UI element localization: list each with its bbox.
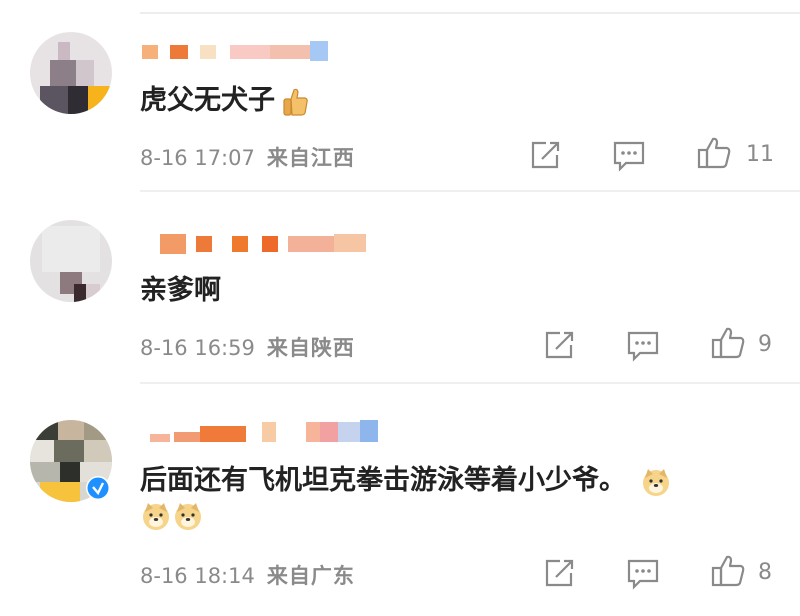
comment-text: 后面还有飞机坦克拳击游泳等着小少爷。 — [140, 458, 672, 498]
comment-icon[interactable] — [612, 140, 646, 172]
comment-text: 虎父无犬子 — [140, 78, 311, 118]
comment-meta: 8-16 17:07 来自江西 — [140, 142, 355, 172]
share-icon[interactable] — [530, 140, 562, 170]
username-blurred[interactable] — [140, 41, 330, 63]
comment-meta: 8-16 16:59 来自陕西 — [140, 332, 355, 362]
emoji-row — [140, 500, 204, 532]
comment-time: 8-16 16:59 — [140, 336, 255, 360]
like-icon[interactable] — [710, 326, 746, 360]
comment-location: 来自江西 — [266, 146, 355, 170]
like-count: 9 — [758, 332, 772, 357]
comment-icon[interactable] — [626, 330, 660, 362]
doge-emoji-icon — [175, 503, 201, 530]
verified-icon — [86, 476, 110, 500]
doge-emoji-icon — [143, 503, 169, 530]
like-count: 11 — [746, 142, 774, 167]
comment-item: 虎父无犬子 8-16 17:07 来自江西 11 — [0, 0, 800, 190]
avatar[interactable] — [30, 32, 112, 114]
share-icon[interactable] — [544, 558, 576, 588]
like-icon[interactable] — [696, 136, 732, 170]
comment-text: 亲爹啊 — [140, 275, 221, 306]
comment-item: 后面还有飞机坦克拳击游泳等着小少爷。 8-16 18:14 来自广东 8 — [0, 382, 800, 616]
comment-meta: 8-16 18:14 来自广东 — [140, 560, 355, 590]
comment-time: 8-16 18:14 — [140, 564, 255, 588]
like-icon[interactable] — [710, 554, 746, 588]
thumbs-up-emoji-icon — [283, 88, 308, 116]
username-blurred[interactable] — [140, 232, 370, 254]
comment-icon[interactable] — [626, 558, 660, 590]
share-icon[interactable] — [544, 330, 576, 360]
comment-time: 8-16 17:07 — [140, 146, 255, 170]
username-blurred[interactable] — [140, 420, 390, 442]
like-count: 8 — [758, 560, 772, 585]
avatar[interactable] — [30, 220, 112, 302]
doge-emoji-icon — [643, 468, 669, 496]
comment-location: 来自广东 — [266, 564, 355, 588]
comment-location: 来自陕西 — [266, 336, 355, 360]
comment-item: 亲爹啊 8-16 16:59 来自陕西 9 — [0, 190, 800, 382]
